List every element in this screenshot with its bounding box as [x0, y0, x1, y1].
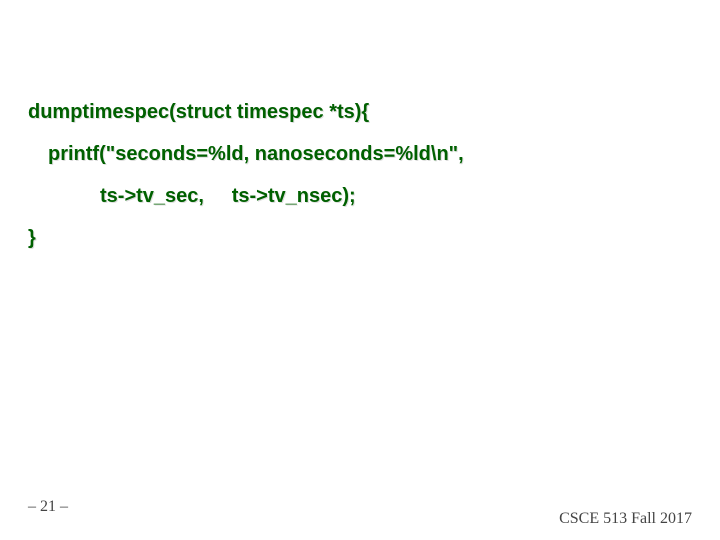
course-footer: CSCE 513 Fall 2017: [559, 510, 692, 528]
code-block: dumptimespec(struct timespec *ts){ print…: [28, 100, 692, 250]
code-line-3: ts->tv_sec, ts->tv_nsec);: [100, 184, 692, 208]
code-line-1: dumptimespec(struct timespec *ts){: [28, 100, 692, 124]
slide-number: – 21 –: [28, 498, 68, 516]
code-line-4: }: [28, 226, 692, 250]
code-line-2: printf("seconds=%ld, nanoseconds=%ld\n",: [48, 142, 692, 166]
slide: dumptimespec(struct timespec *ts){ print…: [0, 0, 720, 540]
